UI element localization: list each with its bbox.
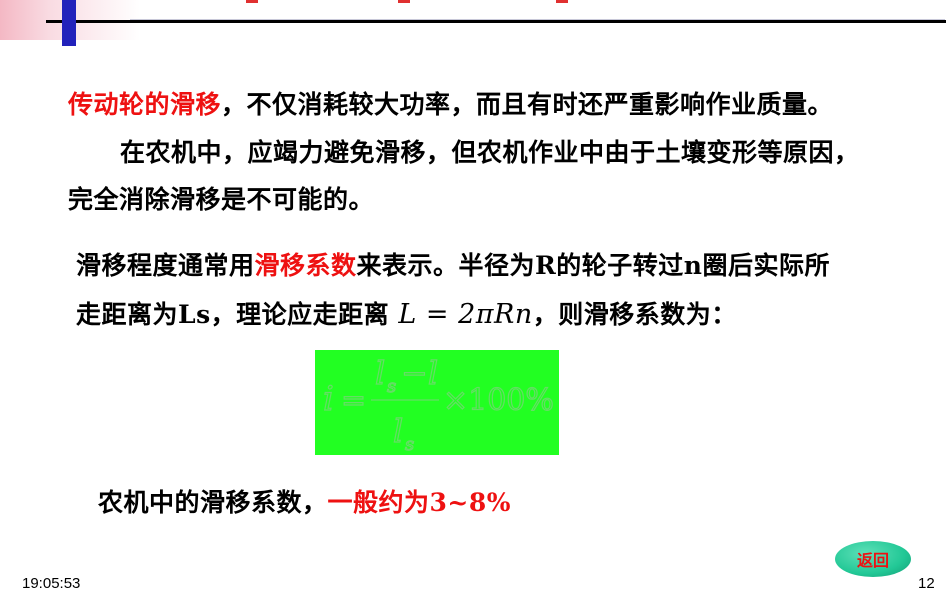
slip-coefficient-term: 滑移系数 [254, 251, 357, 280]
paragraph-3-text-a: 滑移程度通常用 [76, 251, 255, 280]
slip-coefficient-formula: i = l s −l l s ×100% [315, 350, 559, 455]
paragraph-1-text: ，不仅消耗较大功率，而且有时还严重影响作业质量。 [221, 90, 834, 119]
formula-graphic: i = l s −l l s ×100% [322, 353, 554, 455]
paragraph-3-text-d: ，则滑移系数为： [532, 300, 737, 329]
distance-equation: L = 2πRn [398, 299, 533, 330]
paragraph-3-text-c: 走距离为Ls，理论应走距离 [76, 300, 390, 329]
paragraph-4: 农机中的滑移系数，一般约为3~8% [98, 483, 511, 519]
paragraph-1: 传动轮的滑移，不仅消耗较大功率，而且有时还严重影响作业质量。 [68, 85, 833, 121]
title-remnant-1 [246, 0, 258, 3]
formula-numerator-minus-l: −l [401, 354, 438, 392]
formula-denominator-l: l [393, 412, 403, 450]
paragraph-2-line-2: 完全消除滑移是不可能的。 [68, 185, 375, 214]
title-remnant-2 [398, 0, 410, 3]
paragraph-3-text-b: 来表示。半径为R的轮子转过n圈后实际所 [356, 251, 830, 280]
formula-times-percent: ×100% [443, 383, 554, 418]
formula-lhs: i [323, 379, 334, 419]
header-rule [46, 20, 946, 23]
paragraph-3-line-2: 走距离为Ls，理论应走距离 L = 2πRn，则滑移系数为： [76, 295, 737, 331]
paragraph-4-text: 农机中的滑移系数， [98, 488, 328, 517]
return-button[interactable]: 返回 [835, 541, 911, 577]
title-remnant-3 [556, 0, 568, 3]
formula-denominator-sub: s [405, 434, 414, 455]
header-accent-bar [62, 0, 76, 46]
footer-time: 19:05:53 [22, 575, 81, 592]
paragraph-2-line-1: 在农机中，应竭力避免滑移，但农机作业中由于土壤变形等原因， [120, 138, 860, 167]
slip-term: 传动轮的滑移 [68, 90, 222, 119]
formula-equals: = [341, 383, 366, 418]
typical-range: 一般约为3~8% [327, 488, 512, 517]
formula-numerator-sub: s [387, 376, 396, 397]
paragraph-3-line-1: 滑移程度通常用滑移系数来表示。半径为R的轮子转过n圈后实际所 [76, 246, 830, 282]
page-number: 12 [918, 575, 935, 592]
formula-numerator-l: l [375, 354, 385, 392]
